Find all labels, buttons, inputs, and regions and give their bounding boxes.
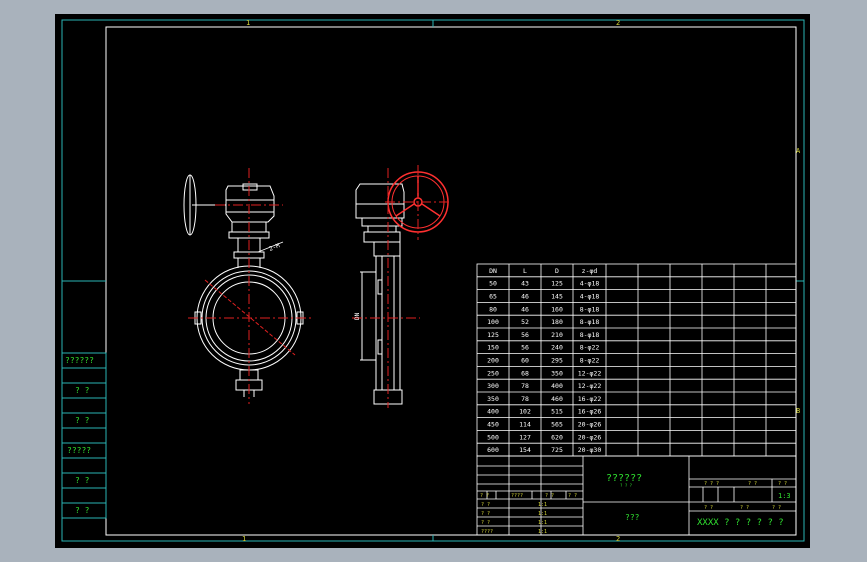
sign-header: ? ? <box>480 493 489 499</box>
table-cell: 160 <box>551 305 563 313</box>
table-cell: 68 <box>521 369 529 377</box>
right-bottom-label: ? ? <box>740 505 749 511</box>
table-cell: 4-φ18 <box>580 293 600 301</box>
table-cell: 725 <box>551 446 563 454</box>
table-cell: 20-φ26 <box>578 421 602 429</box>
table-cell: 43 <box>521 280 529 288</box>
table-cell: 114 <box>519 421 531 429</box>
table-cell: 127 <box>519 433 531 441</box>
company-name: XXXX ? ? ? ? ? ? <box>697 518 784 528</box>
table-cell: 60 <box>521 357 529 365</box>
left-block-label: ????? <box>67 446 91 455</box>
right-bottom-label: ? ? <box>704 505 713 511</box>
table-cell: 78 <box>521 395 529 403</box>
table-cell: 50 <box>489 280 497 288</box>
table-cell: 350 <box>551 369 563 377</box>
table-cell: 400 <box>487 408 499 416</box>
table-cell: 16-φ22 <box>578 395 602 403</box>
sign-value: 1:1 <box>538 529 547 535</box>
table-cell: 4-φ18 <box>580 280 600 288</box>
table-cell: 460 <box>551 395 563 403</box>
table-cell: 20-φ26 <box>578 433 602 441</box>
table-cell: 12-φ22 <box>578 382 602 390</box>
table-cell: 8-φ22 <box>580 344 600 352</box>
drawing-subtitle: ? ? ? <box>620 483 633 488</box>
table-cell: 620 <box>551 433 563 441</box>
sign-value: 1:1 <box>538 511 547 517</box>
right-top-label: ? ? <box>748 481 757 487</box>
table-cell: 565 <box>551 421 563 429</box>
sign-header: ???? <box>511 493 523 499</box>
table-header-cell: D <box>555 267 559 275</box>
left-block-label: ?????? <box>65 356 94 365</box>
table-cell: 180 <box>551 318 563 326</box>
table-cell: 150 <box>487 344 499 352</box>
sign-label: ? ? <box>481 511 490 517</box>
table-cell: 300 <box>487 382 499 390</box>
sign-value: 1:1 <box>538 520 547 526</box>
table-cell: 20-φ30 <box>578 446 602 454</box>
scale-value: 1:3 <box>778 492 791 500</box>
table-cell: 16-φ26 <box>578 408 602 416</box>
table-cell: 8-φ22 <box>580 357 600 365</box>
zone-label: 1 <box>246 19 250 27</box>
right-bottom-label: ? ? <box>772 505 781 511</box>
table-header-cell: z-φd <box>582 267 598 275</box>
table-cell: 250 <box>487 369 499 377</box>
table-cell: 400 <box>551 382 563 390</box>
table-cell: 8-φ18 <box>580 305 600 313</box>
table-cell: 12-φ22 <box>578 369 602 377</box>
zone-label: B <box>796 407 800 415</box>
sign-value: 1:1 <box>538 502 547 508</box>
table-cell: 8-φ18 <box>580 331 600 339</box>
drawing-sheet <box>55 14 810 548</box>
table-cell: 210 <box>551 331 563 339</box>
table-header-cell: DN <box>489 267 497 275</box>
table-cell: 8-φ18 <box>580 318 600 326</box>
left-block-label: ? ? <box>75 416 90 425</box>
sign-label: ? ? <box>481 502 490 508</box>
table-cell: 350 <box>487 395 499 403</box>
table-cell: 240 <box>551 344 563 352</box>
table-cell: 78 <box>521 382 529 390</box>
sign-header: ? ? <box>568 493 577 499</box>
material-label: ??? <box>625 513 640 522</box>
table-cell: 500 <box>487 433 499 441</box>
table-cell: 600 <box>487 446 499 454</box>
sign-label: ? ? <box>481 520 490 526</box>
left-block-label: ? ? <box>75 476 90 485</box>
table-cell: 56 <box>521 331 529 339</box>
zone-label: 2 <box>616 535 620 543</box>
sign-label: ???? <box>481 529 493 535</box>
table-cell: 80 <box>489 305 497 313</box>
table-header-cell: L <box>523 267 527 275</box>
table-cell: 52 <box>521 318 529 326</box>
table-cell: 515 <box>551 408 563 416</box>
table-cell: 200 <box>487 357 499 365</box>
table-cell: 100 <box>487 318 499 326</box>
table-cell: 125 <box>487 331 499 339</box>
zone-label: 2 <box>616 19 620 27</box>
zone-label: 1 <box>242 535 246 543</box>
table-cell: 450 <box>487 421 499 429</box>
right-top-label: ? ? ? <box>704 481 719 487</box>
table-cell: 56 <box>521 344 529 352</box>
table-cell: 46 <box>521 305 529 313</box>
side-dim-text: DN <box>354 312 361 320</box>
cad-drawing-canvas: 1 2 A B 1 2 ?????? ? ? ? ? ????? ? ? ? ? <box>55 14 810 548</box>
right-top-label: ? ? <box>778 481 787 487</box>
table-cell: 102 <box>519 408 531 416</box>
sign-header: ? ? <box>545 493 554 499</box>
table-cell: 295 <box>551 357 563 365</box>
table-cell: 65 <box>489 293 497 301</box>
left-block-label: ? ? <box>75 386 90 395</box>
left-block-label: ? ? <box>75 506 90 515</box>
table-cell: 154 <box>519 446 531 454</box>
table-cell: 145 <box>551 293 563 301</box>
table-cell: 125 <box>551 280 563 288</box>
table-cell: 46 <box>521 293 529 301</box>
